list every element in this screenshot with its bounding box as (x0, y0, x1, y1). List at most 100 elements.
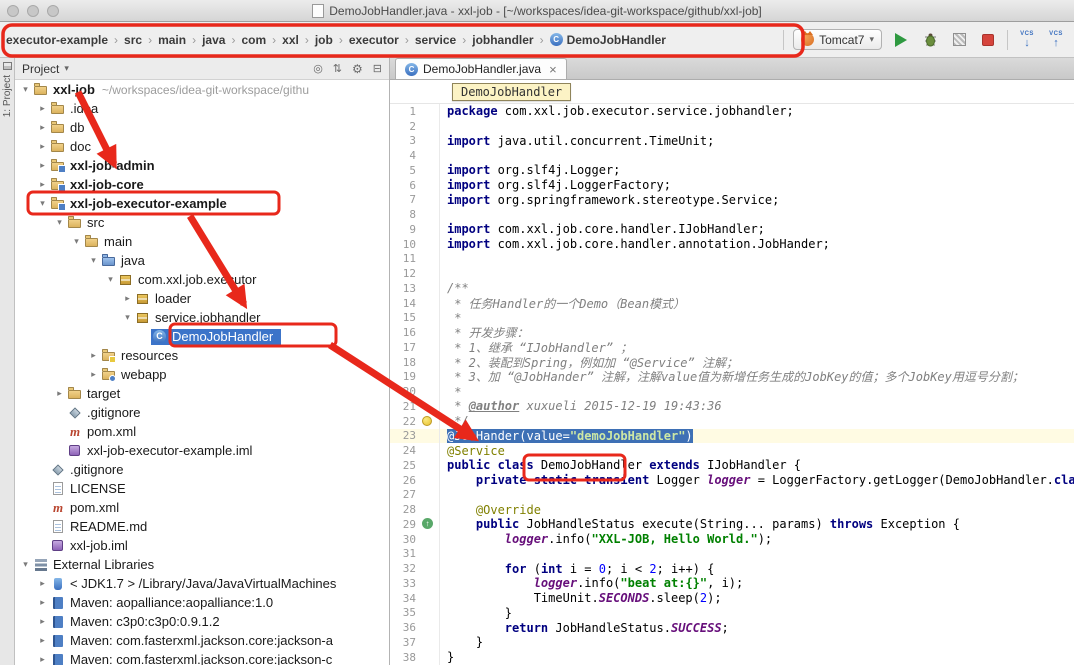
code-line-9[interactable]: 9import com.xxl.job.core.handler.IJobHan… (390, 222, 1074, 237)
tree-item-jdk1-7-library-java-javavirtualmachines[interactable]: ▸< JDK1.7 > /Library/Java/JavaVirtualMac… (15, 574, 389, 593)
code-line-1[interactable]: 1package com.xxl.job.executor.service.jo… (390, 104, 1074, 119)
tree-item-xxl-job-iml[interactable]: xxl-job.iml (15, 536, 389, 555)
minimize-button[interactable] (27, 5, 39, 17)
tree-item-pom-xml[interactable]: mpom.xml (15, 422, 389, 441)
code-line-19[interactable]: 19 * 3、加 “@JobHander” 注解，注解value值为新增任务生成… (390, 370, 1074, 385)
code-line-37[interactable]: 37 } (390, 635, 1074, 650)
expand-arrow-closed[interactable]: ▸ (121, 293, 134, 304)
code-line-13[interactable]: 13/** (390, 281, 1074, 296)
tree-item-gitignore[interactable]: .gitignore (15, 403, 389, 422)
code-line-30[interactable]: 30 logger.info("XXL-JOB, Hello World."); (390, 532, 1074, 547)
breadcrumb-item-com[interactable]: com (239, 31, 268, 49)
expand-arrow-closed[interactable]: ▸ (36, 103, 49, 114)
code-line-21[interactable]: 21 * @author xuxueli 2015-12-19 19:43:36 (390, 399, 1074, 414)
zoom-button[interactable] (47, 5, 59, 17)
expand-arrow-closed[interactable]: ▸ (36, 597, 49, 608)
code-line-23[interactable]: 23@JobHander(value="demoJobHandler") (390, 429, 1074, 444)
tree-item-external-libraries[interactable]: ▾External Libraries (15, 555, 389, 574)
code-line-5[interactable]: 5import org.slf4j.Logger; (390, 163, 1074, 178)
tree-item-java[interactable]: ▾java (15, 251, 389, 270)
expand-arrow-closed[interactable]: ▸ (36, 122, 49, 133)
code-line-36[interactable]: 36 return JobHandleStatus.SUCCESS; (390, 620, 1074, 635)
breadcrumb-item-service[interactable]: service (413, 31, 458, 49)
tree-item-xxl-job-executor-example[interactable]: ▾xxl-job-executor-example (15, 194, 389, 213)
breadcrumb-item-job[interactable]: job (313, 31, 335, 49)
expand-arrow-closed[interactable]: ▸ (53, 388, 66, 399)
code-line-12[interactable]: 12 (390, 266, 1074, 281)
expand-arrow-open[interactable]: ▾ (19, 84, 32, 95)
debug-button[interactable] (920, 30, 940, 50)
tree-item-service-jobhandler[interactable]: ▾service.jobhandler (15, 308, 389, 327)
tree-item-com-xxl-job-executor[interactable]: ▾com.xxl.job.executor (15, 270, 389, 289)
expand-arrow-open[interactable]: ▾ (121, 312, 134, 323)
tree-item-maven-aopalliance-aopalliance-1-0[interactable]: ▸Maven: aopalliance:aopalliance:1.0 (15, 593, 389, 612)
code-line-26[interactable]: 26 private static transient Logger logge… (390, 473, 1074, 488)
code-line-16[interactable]: 16 * 开发步骤： (390, 325, 1074, 340)
code-line-35[interactable]: 35 } (390, 606, 1074, 621)
editor-tab[interactable]: C DemoJobHandler.java × (395, 58, 567, 79)
expand-arrow-closed[interactable]: ▸ (87, 350, 100, 361)
code-line-2[interactable]: 2 (390, 119, 1074, 134)
tree-item-webapp[interactable]: ▸webapp (15, 365, 389, 384)
expand-arrow-closed[interactable]: ▸ (36, 616, 49, 627)
code-line-15[interactable]: 15 * (390, 311, 1074, 326)
tree-item-maven-com-fasterxml-jackson-core-jackson-c[interactable]: ▸Maven: com.fasterxml.jackson.core:jacks… (15, 650, 389, 665)
expand-arrow-closed[interactable]: ▸ (36, 141, 49, 152)
code-line-3[interactable]: 3import java.util.concurrent.TimeUnit; (390, 134, 1074, 149)
override-gutter-icon[interactable]: ↑ (416, 517, 440, 532)
collapse-all-icon[interactable]: ⇅ (333, 62, 342, 75)
run-config-selector[interactable]: Tomcat7 ▾ (793, 29, 882, 50)
code-line-17[interactable]: 17 * 1、继承 “IJobHandler” ； (390, 340, 1074, 355)
code-line-29[interactable]: 29↑ public JobHandleStatus execute(Strin… (390, 517, 1074, 532)
expand-arrow-closed[interactable]: ▸ (36, 179, 49, 190)
tree-item-target[interactable]: ▸target (15, 384, 389, 403)
code-line-20[interactable]: 20 * (390, 384, 1074, 399)
tree-item-main[interactable]: ▾main (15, 232, 389, 251)
coverage-button[interactable] (949, 30, 969, 50)
project-view-selector[interactable]: Project ▾ (22, 62, 69, 76)
tree-item-db[interactable]: ▸db (15, 118, 389, 137)
tree-item-idea[interactable]: ▸.idea (15, 99, 389, 118)
expand-arrow-open[interactable]: ▾ (104, 274, 117, 285)
expand-arrow-closed[interactable]: ▸ (36, 654, 49, 665)
tree-item-xxl-job-core[interactable]: ▸xxl-job-core (15, 175, 389, 194)
tree-item-pom-xml[interactable]: mpom.xml (15, 498, 389, 517)
breadcrumb-item-main[interactable]: main (156, 31, 188, 49)
expand-arrow-closed[interactable]: ▸ (36, 578, 49, 589)
override-marker-icon[interactable]: ↑ (422, 518, 433, 529)
tree-item-loader[interactable]: ▸loader (15, 289, 389, 308)
breadcrumb-item-xxl[interactable]: xxl (280, 31, 301, 49)
tree-item-xxl-job-executor-example-iml[interactable]: xxl-job-executor-example.iml (15, 441, 389, 460)
expand-arrow-closed[interactable]: ▸ (36, 635, 49, 646)
expand-arrow-closed[interactable]: ▸ (36, 160, 49, 171)
code-line-7[interactable]: 7import org.springframework.stereotype.S… (390, 193, 1074, 208)
tree-item-readme-md[interactable]: README.md (15, 517, 389, 536)
bulb-gutter-icon[interactable] (416, 414, 440, 429)
project-tool-window-button[interactable]: 1: Project (0, 58, 14, 117)
breadcrumb-item-jobhandler[interactable]: jobhandler (470, 31, 535, 49)
tree-item-doc[interactable]: ▸doc (15, 137, 389, 156)
expand-arrow-open[interactable]: ▾ (53, 217, 66, 228)
tree-item-gitignore[interactable]: .gitignore (15, 460, 389, 479)
expand-arrow-open[interactable]: ▾ (70, 236, 83, 247)
code-line-31[interactable]: 31 (390, 547, 1074, 562)
expand-arrow-open[interactable]: ▾ (36, 198, 49, 209)
close-button[interactable] (7, 5, 19, 17)
code-line-8[interactable]: 8 (390, 207, 1074, 222)
scroll-from-source-icon[interactable]: ◎ (313, 62, 323, 75)
code-line-6[interactable]: 6import org.slf4j.LoggerFactory; (390, 178, 1074, 193)
code-line-27[interactable]: 27 (390, 488, 1074, 503)
intention-bulb-icon[interactable] (422, 416, 432, 426)
breadcrumb-item-src[interactable]: src (122, 31, 144, 49)
tree-item-demojobhandler[interactable]: CDemoJobHandler (15, 327, 389, 346)
vcs-update-button[interactable]: VCS ↓ (1017, 30, 1037, 50)
tree-item-xxl-job-admin[interactable]: ▸xxl-job-admin (15, 156, 389, 175)
code-line-14[interactable]: 14 * 任务Handler的一个Demo（Bean模式） (390, 296, 1074, 311)
code-line-25[interactable]: 25public class DemoJobHandler extends IJ… (390, 458, 1074, 473)
code-line-11[interactable]: 11 (390, 252, 1074, 267)
tree-item-license[interactable]: LICENSE (15, 479, 389, 498)
code-line-34[interactable]: 34 TimeUnit.SECONDS.sleep(2); (390, 591, 1074, 606)
stop-button[interactable] (978, 30, 998, 50)
breadcrumb-item-executor-example[interactable]: executor-example (4, 31, 110, 49)
tree-item-resources[interactable]: ▸resources (15, 346, 389, 365)
